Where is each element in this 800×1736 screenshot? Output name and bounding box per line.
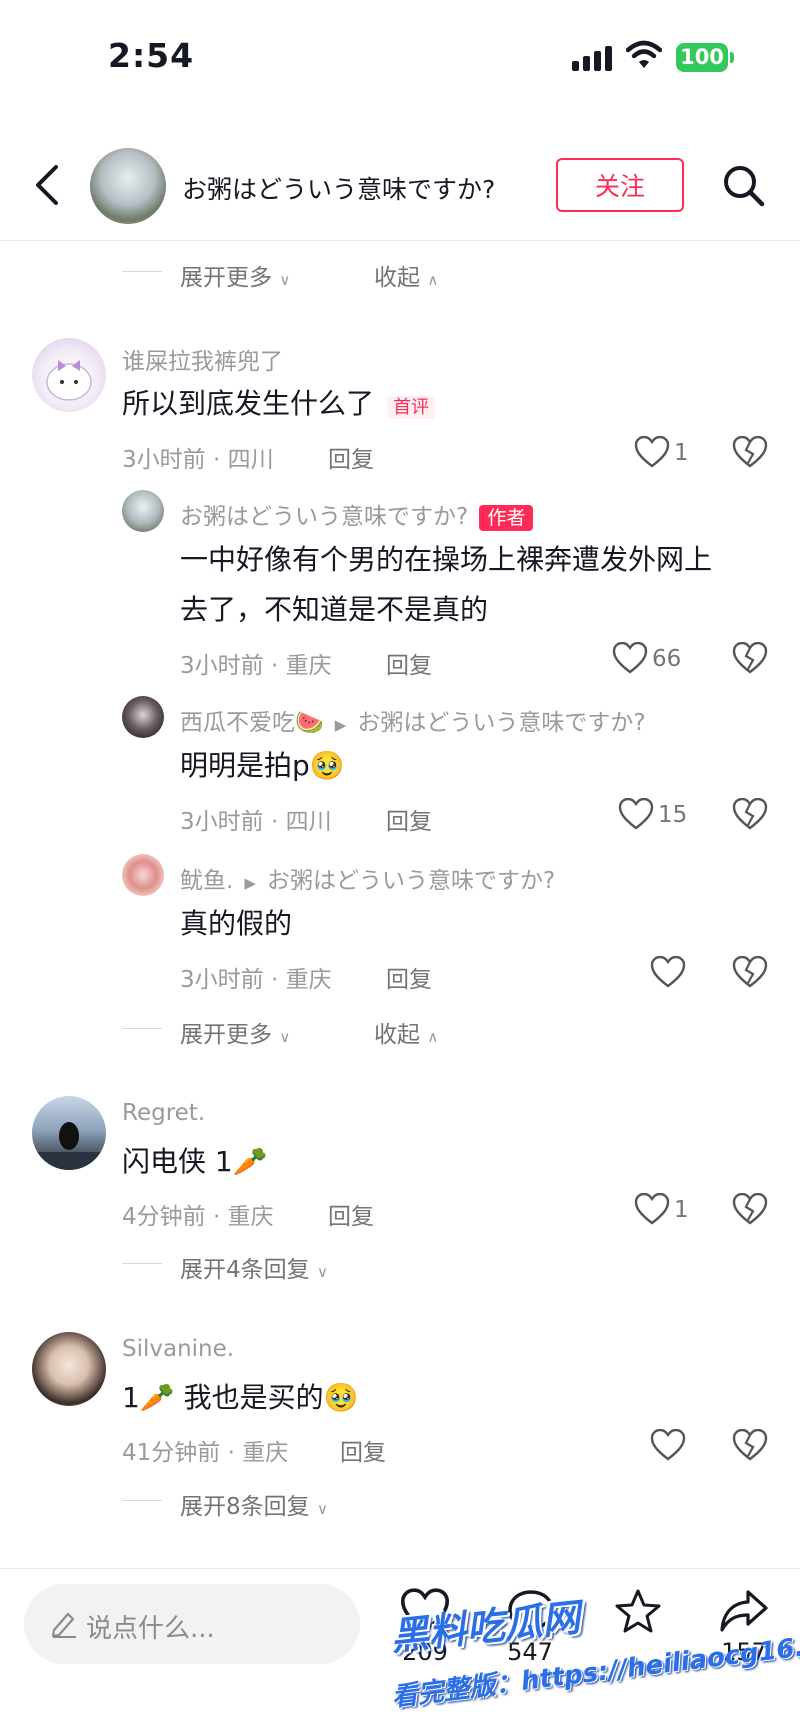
heart-icon[interactable] <box>634 1193 670 1225</box>
heart-icon[interactable] <box>634 436 670 468</box>
reply-text-line-2: 去了，不知道是不是真的 <box>180 593 489 626</box>
expand-replies-label: 展开8条回复 <box>180 1494 310 1520</box>
collapse-button[interactable]: 收起 ∧ <box>374 258 438 292</box>
reply-header: 鱿鱼. ▶ お粥はどういう意味ですか? <box>180 861 555 895</box>
comment-username[interactable]: Regret. <box>122 1100 205 1126</box>
avatar[interactable] <box>122 854 164 896</box>
comment-text: 所以到底发生什么了 <box>122 387 375 420</box>
expand-divider-line <box>122 1263 162 1264</box>
comment-text: 1🥕 我也是买的🥹 <box>122 1381 359 1414</box>
comment-username[interactable]: Silvanine. <box>122 1336 234 1362</box>
heart-icon[interactable] <box>612 642 648 674</box>
heart-icon[interactable] <box>650 1429 686 1461</box>
comment-username[interactable]: 谁屎拉我裤兜了 <box>122 342 283 376</box>
chevron-up-icon: ∧ <box>427 1028 439 1046</box>
header-divider <box>0 240 800 241</box>
chevron-down-icon: ∨ <box>316 1500 328 1518</box>
reply-button[interactable]: 回复 <box>386 960 432 994</box>
expand-divider-line <box>122 1500 162 1501</box>
figure-avatar-icon <box>32 1122 106 1170</box>
heart-icon[interactable] <box>618 798 654 830</box>
reply-username[interactable]: お粥はどういう意味ですか? <box>180 504 468 530</box>
collapse-label: 收起 <box>374 1022 420 1048</box>
reply-to-arrow-icon: ▶ <box>334 716 347 734</box>
reply-to-username[interactable]: お粥はどういう意味ですか? <box>267 868 555 894</box>
star-icon[interactable] <box>614 1588 662 1634</box>
chevron-down-icon: ∨ <box>279 1028 291 1046</box>
dislike-heart-icon[interactable] <box>732 1193 768 1225</box>
dislike-heart-icon[interactable] <box>732 956 768 988</box>
expand-divider-line <box>122 271 162 272</box>
reply-username[interactable]: 鱿鱼. <box>180 868 233 894</box>
author-badge: 作者 <box>479 505 534 531</box>
avatar[interactable] <box>32 338 106 412</box>
reply-header: お粥はどういう意味ですか? 作者 <box>180 497 534 531</box>
dislike-heart-icon[interactable] <box>732 436 768 468</box>
pencil-icon <box>51 1612 76 1638</box>
back-arrow-icon[interactable] <box>34 164 60 206</box>
expand-more-label: 展开更多 <box>180 265 272 291</box>
author-avatar[interactable] <box>90 148 166 224</box>
comment-text: 闪电侠 1🥕 <box>122 1145 268 1178</box>
reply-header: 西瓜不爱吃🍉 ▶ お粥はどういう意味ですか? <box>180 703 646 737</box>
dislike-heart-icon[interactable] <box>732 642 768 674</box>
expand-replies-button[interactable]: 展开4条回复 ∨ <box>180 1250 328 1284</box>
reply-meta: 3小时前 · 四川 <box>180 809 332 835</box>
avatar[interactable] <box>122 490 164 532</box>
avatar[interactable] <box>122 696 164 738</box>
expand-more-label: 展开更多 <box>180 1022 272 1048</box>
expand-divider-line <box>122 1028 162 1029</box>
bottom-divider <box>0 1568 800 1569</box>
expand-replies-button[interactable]: 展开8条回复 ∨ <box>180 1487 328 1521</box>
reply-text: 明明是拍p🥹 <box>180 749 345 782</box>
reply-meta: 3小时前 · 重庆 <box>180 653 332 679</box>
follow-button[interactable]: 关注 <box>556 158 684 212</box>
dislike-heart-icon[interactable] <box>732 798 768 830</box>
comment-meta: 3小时前 · 四川 <box>122 447 274 473</box>
reply-username[interactable]: 西瓜不爱吃🍉 <box>180 710 324 736</box>
avatar[interactable] <box>32 1096 106 1170</box>
comment-body: 所以到底发生什么了 首评 <box>122 380 436 428</box>
dislike-heart-icon[interactable] <box>732 1429 768 1461</box>
comment-meta: 4分钟前 · 重庆 <box>122 1204 274 1230</box>
reply-button[interactable]: 回复 <box>328 1197 374 1231</box>
heart-icon[interactable] <box>650 956 686 988</box>
battery-indicator: 100 <box>676 43 728 72</box>
comment-input-placeholder: 说点什么... <box>86 1614 215 1644</box>
reply-to-arrow-icon: ▶ <box>244 874 256 892</box>
like-count: 1 <box>674 440 689 466</box>
expand-more-button[interactable]: 展开更多 ∨ <box>180 1015 290 1049</box>
expand-replies-label: 展开4条回复 <box>180 1257 310 1283</box>
chevron-up-icon: ∧ <box>427 271 439 289</box>
reply-button[interactable]: 回复 <box>386 802 432 836</box>
reply-text: 真的假的 <box>180 907 293 940</box>
cellular-signal-icon <box>572 46 616 71</box>
chevron-down-icon: ∨ <box>279 271 291 289</box>
bunny-avatar-icon <box>46 360 92 401</box>
reply-button[interactable]: 回复 <box>386 646 432 680</box>
collapse-button[interactable]: 收起 ∧ <box>374 1015 438 1049</box>
search-icon[interactable] <box>722 164 766 208</box>
avatar[interactable] <box>32 1332 106 1406</box>
expand-more-button[interactable]: 展开更多 ∨ <box>180 258 290 292</box>
like-count: 66 <box>652 646 682 672</box>
like-count: 1 <box>674 1197 689 1223</box>
first-comment-badge: 首评 <box>387 396 436 419</box>
author-name[interactable]: お粥はどういう意味ですか? <box>182 170 495 206</box>
chevron-down-icon: ∨ <box>316 1263 328 1281</box>
reply-to-username[interactable]: お粥はどういう意味ですか? <box>357 710 645 736</box>
reply-button[interactable]: 回复 <box>340 1433 386 1467</box>
reply-button[interactable]: 回复 <box>328 440 374 474</box>
collapse-label: 收起 <box>374 265 420 291</box>
comment-meta: 41分钟前 · 重庆 <box>122 1440 289 1466</box>
reply-text-line-1: 一中好像有个男的在操场上裸奔遭发外网上 <box>180 543 713 576</box>
battery-tip <box>730 52 734 63</box>
wifi-icon <box>626 40 662 68</box>
status-time: 2:54 <box>108 36 195 75</box>
share-icon[interactable] <box>718 1588 770 1634</box>
like-count: 15 <box>658 802 688 828</box>
reply-meta: 3小时前 · 重庆 <box>180 967 332 993</box>
